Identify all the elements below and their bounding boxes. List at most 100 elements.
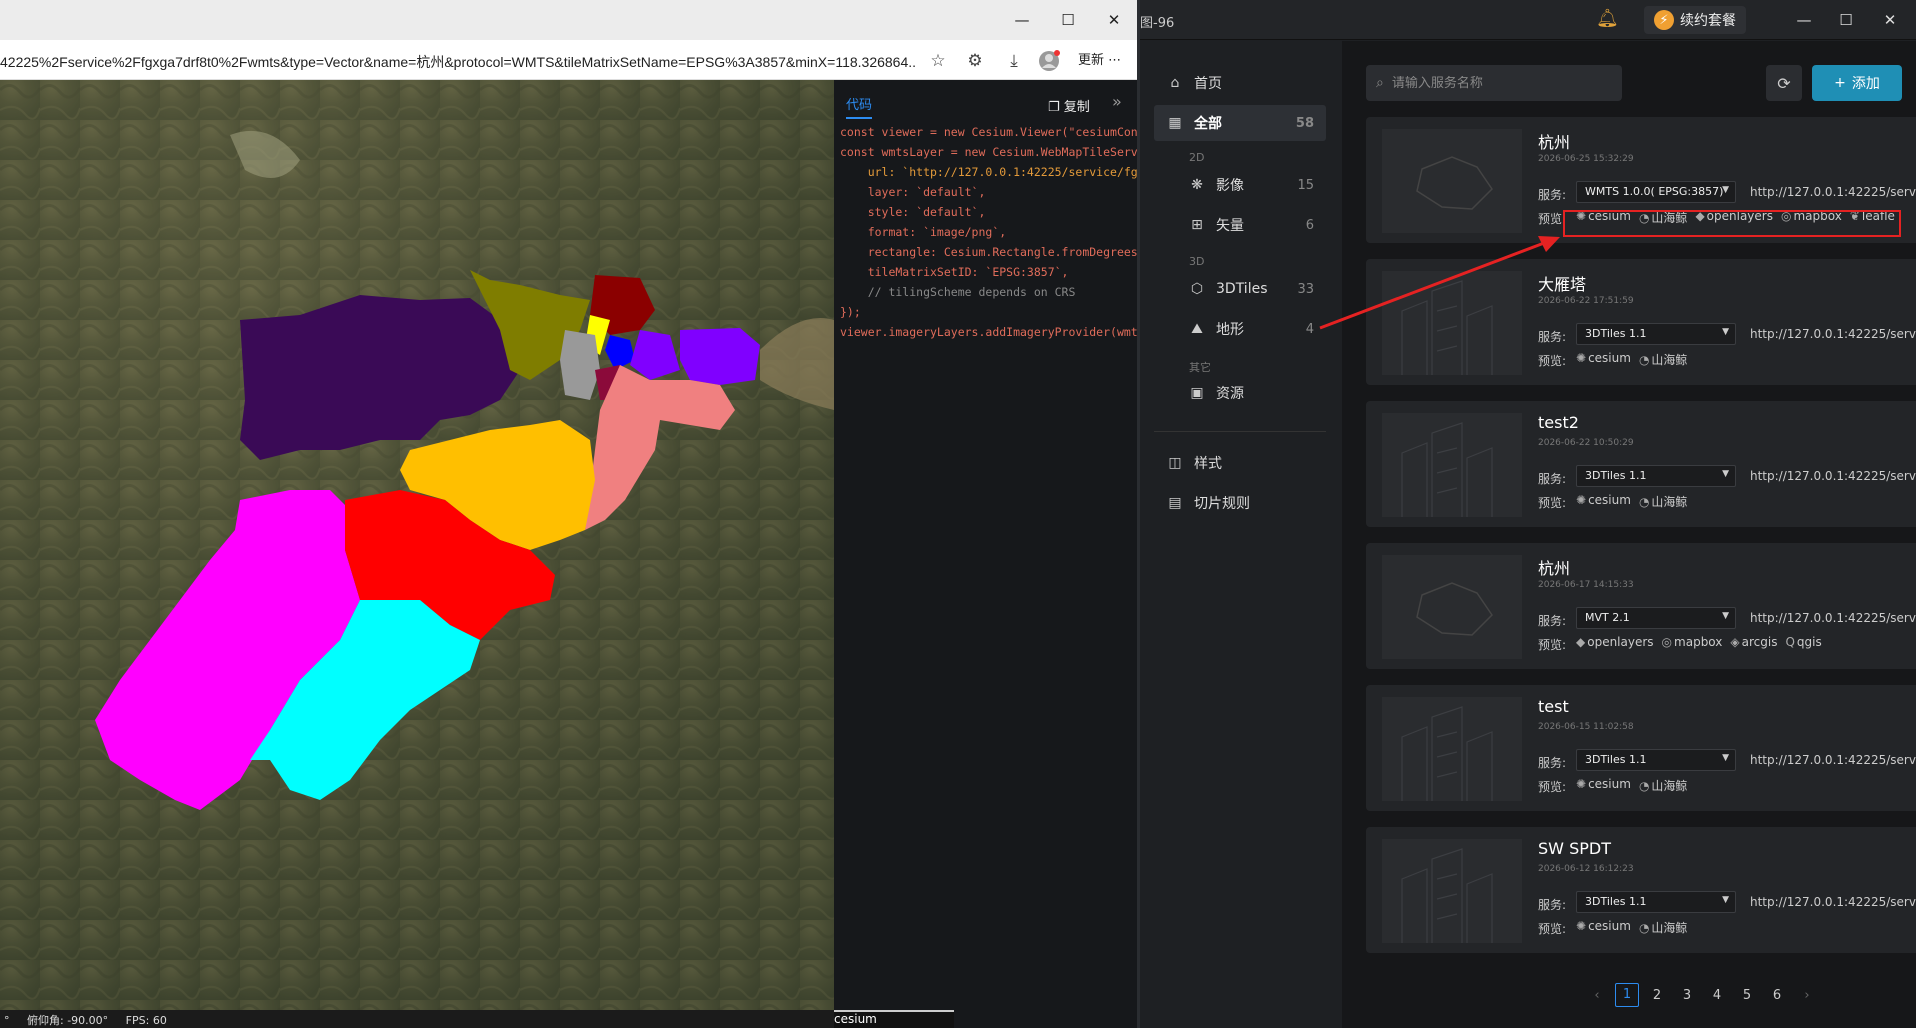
download-icon[interactable]: ⤓ (1001, 48, 1027, 74)
thumbnail (1382, 413, 1522, 517)
service-url[interactable]: http://127.0.0.1:42225/service/ (1750, 469, 1916, 483)
service-url[interactable]: http://127.0.0.1:42225/service/ (1750, 611, 1916, 625)
search-box[interactable]: ⌕ (1366, 65, 1622, 101)
code-line: }); (840, 305, 861, 319)
service-label: 服务: (1538, 188, 1567, 202)
preview-link[interactable]: ✺ cesium (1576, 919, 1631, 936)
maximize-button[interactable]: ☐ (1046, 6, 1090, 34)
chevron-down-icon: ▼ (1722, 753, 1729, 763)
preview-link[interactable]: ◎ mapbox (1662, 635, 1723, 649)
minimize-button[interactable]: — (1000, 6, 1044, 34)
sidebar-item-imagery[interactable]: ❋ 影像 15 (1154, 167, 1326, 203)
preview-link[interactable]: Qqgis (1785, 635, 1821, 649)
sidebar-item-all[interactable]: ▦ 全部 58 (1154, 105, 1326, 141)
service-select[interactable]: 3DTiles 1.1 ▼ (1576, 323, 1736, 345)
code-line: tileMatrixSetID: `EPSG:3857`, (840, 265, 1069, 279)
copy-icon: ❐ (1048, 100, 1060, 115)
sidebar-item-3dtiles[interactable]: ⬡ 3DTiles 33 (1154, 271, 1326, 307)
service-card[interactable]: 杭州 2026-06-17 14:15:33 服务: MVT 2.1 ▼ http://1… (1366, 543, 1916, 669)
sidebar-item-vector[interactable]: ⊞ 矢量 6 (1154, 207, 1326, 243)
preview-links: ✺ cesium ◔ 山海鲸 (1576, 493, 1687, 510)
service-select[interactable]: 3DTiles 1.1 ▼ (1576, 749, 1736, 771)
minimize-button[interactable]: — (1784, 8, 1824, 32)
extensions-icon[interactable]: ⚙ (962, 48, 988, 74)
service-name: 大雁塔 (1538, 275, 1587, 294)
sidebar-item-terrain[interactable]: ⛰︎ 地形 4 (1154, 311, 1326, 347)
rules-icon: ▤ (1168, 495, 1182, 511)
pitch-readout: 俯仰角: -90.00° (27, 1014, 109, 1027)
service-url[interactable]: http://127.0.0.1:42225/service/ (1750, 185, 1916, 199)
code-line: viewer.imageryLayers.addImageryProvider(… (840, 325, 1137, 339)
service-select[interactable]: MVT 2.1 ▼ (1576, 607, 1736, 629)
service-url[interactable]: http://127.0.0.1:42225/service/ (1750, 327, 1916, 341)
preview-link[interactable]: ◆ openlayers (1576, 635, 1654, 649)
tab-code[interactable]: 代码 (846, 94, 873, 119)
preview-label: 预览: (1538, 354, 1567, 368)
preview-link[interactable]: ◔ 山海鲸 (1639, 351, 1688, 368)
preview-link[interactable]: ✺ cesium (1576, 493, 1631, 510)
address-bar[interactable]: 42225%2Fservice%2Ffgxga7drf8t0%2Fwmts&ty… (0, 46, 915, 74)
sidebar-item-tile-rules[interactable]: ▤ 切片规则 (1154, 485, 1326, 521)
profile-icon[interactable] (1036, 48, 1062, 74)
cesium-icon: ✺ (1576, 351, 1587, 365)
service-select[interactable]: 3DTiles 1.1 ▼ (1576, 891, 1736, 913)
sidebar-item-home[interactable]: ⌂ 首页 (1154, 65, 1326, 101)
page-button[interactable]: 5 (1732, 988, 1762, 1003)
fps-readout: FPS: 60 (125, 1014, 167, 1027)
preview-link[interactable]: ✺ cesium (1576, 351, 1631, 368)
whale-icon: ◔ (1638, 353, 1650, 367)
thumbnail (1382, 839, 1522, 943)
count-badge: 4 (1305, 321, 1314, 337)
sidebar-item-resources[interactable]: ▣ 资源 (1154, 375, 1326, 411)
service-date: 2026-06-17 14:15:33 (1538, 580, 1634, 590)
preview-label: 预览: (1538, 780, 1567, 794)
app-titlebar: 图-96 🔔︎ ⚡︎ 续约套餐 — ☐ ✕ (1140, 0, 1916, 40)
close-button[interactable]: ✕ (1092, 6, 1136, 34)
page-button[interactable]: 3 (1672, 988, 1702, 1003)
service-card[interactable]: 大雁塔 2026-06-22 17:51:59 服务: 3DTiles 1.1 ▼ htt… (1366, 259, 1916, 385)
next-page-button[interactable]: › (1792, 988, 1822, 1003)
cesium-footer-tab[interactable]: cesium (834, 1010, 954, 1028)
service-select[interactable]: WMTS 1.0.0( EPSG:3857) ▼ (1576, 181, 1736, 203)
service-label: 服务: (1538, 330, 1567, 344)
copy-button[interactable]: ❐ 复制 (1048, 96, 1090, 115)
page-button[interactable]: 1 (1615, 983, 1639, 1007)
service-date: 2026-06-22 10:50:29 (1538, 438, 1634, 448)
browser-window: — ☐ ✕ 42225%2Fservice%2Ffgxga7drf8t0%2Fw… (0, 0, 1140, 1028)
preview-link[interactable]: ◔ 山海鲸 (1639, 919, 1688, 936)
maximize-button[interactable]: ☐ (1826, 8, 1866, 32)
preview-link[interactable]: ✺ cesium (1576, 777, 1631, 794)
preview-links: ✺ cesium ◔ 山海鲸 (1576, 351, 1687, 368)
expand-icon[interactable]: » (1112, 92, 1122, 111)
app-window: 图-96 🔔︎ ⚡︎ 续约套餐 — ☐ ✕ ⌂ 首页 ▦ 全部 58 2D ❋ (1140, 0, 1916, 1028)
preview-link[interactable]: ◈ arcgis (1730, 635, 1777, 649)
sidebar-item-styles[interactable]: ◫ 样式 (1154, 445, 1326, 481)
prev-page-button[interactable]: ‹ (1582, 988, 1612, 1003)
renew-button[interactable]: ⚡︎ 续约套餐 (1644, 6, 1746, 34)
add-button[interactable]: + 添加 (1812, 65, 1902, 101)
code-block: const viewer = new Cesium.Viewer("cesium… (834, 114, 1137, 342)
preview-label: 预览: (1538, 212, 1567, 226)
preview-link[interactable]: ◔ 山海鲸 (1639, 777, 1688, 794)
page-button[interactable]: 2 (1642, 988, 1672, 1003)
service-card[interactable]: test 2026-06-15 11:02:58 服务: 3DTiles 1.1 ▼ ht… (1366, 685, 1916, 811)
service-url[interactable]: http://127.0.0.1:42225/service/ (1750, 895, 1916, 909)
mountain-icon: ⛰︎ (1191, 321, 1203, 337)
page-button[interactable]: 6 (1762, 988, 1792, 1003)
page-button[interactable]: 4 (1702, 988, 1732, 1003)
service-card[interactable]: SW SPDT 2026-06-12 16:12:23 服务: 3DTiles 1.1… (1366, 827, 1916, 953)
close-button[interactable]: ✕ (1870, 8, 1910, 32)
chevron-down-icon: ▼ (1722, 327, 1729, 337)
service-select[interactable]: 3DTiles 1.1 ▼ (1576, 465, 1736, 487)
service-url[interactable]: http://127.0.0.1:42225/service/ (1750, 753, 1916, 767)
cesium-map[interactable] (0, 80, 834, 1010)
star-icon[interactable]: ☆ (925, 48, 951, 74)
refresh-button[interactable]: ⟳ (1766, 65, 1802, 101)
preview-link[interactable]: ◔ 山海鲸 (1639, 493, 1688, 510)
service-card[interactable]: test2 2026-06-22 10:50:29 服务: 3DTiles 1.1 ▼ h… (1366, 401, 1916, 527)
search-input[interactable] (1391, 75, 1602, 91)
update-button[interactable]: 更新 ⋯ (1078, 49, 1121, 68)
bell-icon[interactable]: 🔔︎ (1596, 8, 1619, 29)
home-icon: ⌂ (1170, 75, 1180, 91)
chevron-down-icon: ▼ (1722, 185, 1729, 195)
